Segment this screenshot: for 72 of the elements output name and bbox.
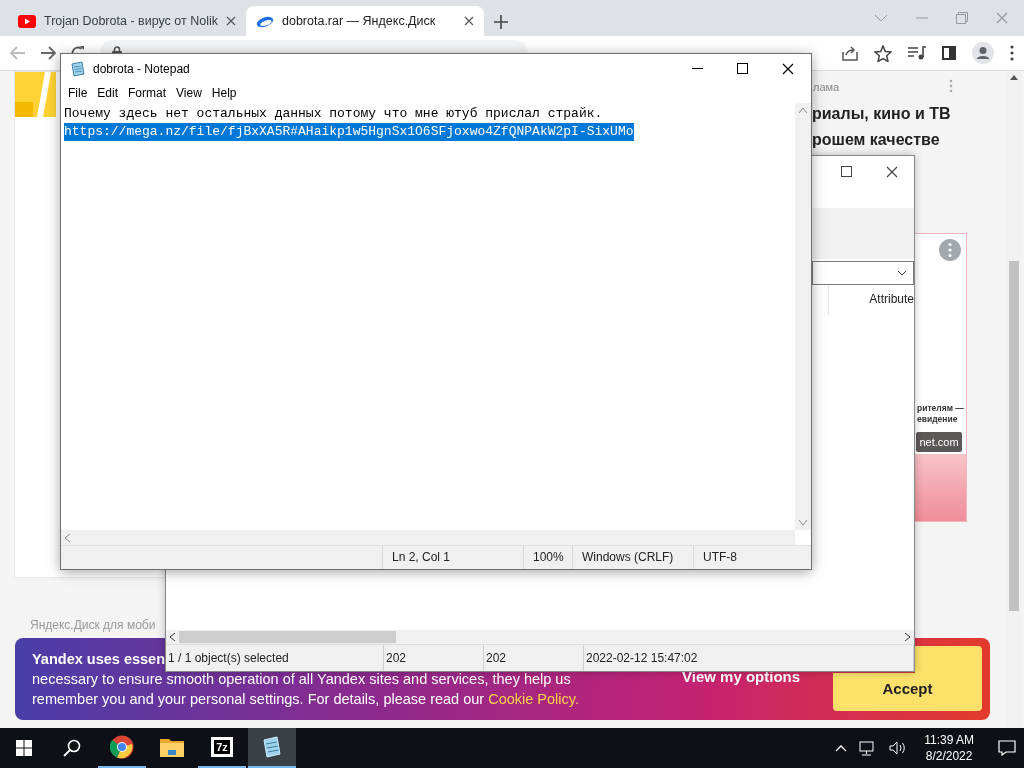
menu-item[interactable]: Edit bbox=[92, 83, 124, 103]
status-text: 1 / 1 object(s) selected bbox=[166, 645, 384, 671]
kebab-menu-icon[interactable] bbox=[1010, 45, 1014, 61]
status-text: 100% bbox=[523, 546, 572, 569]
cookie-policy-link[interactable]: Cookie Policy. bbox=[488, 691, 579, 707]
path-combo-box[interactable] bbox=[812, 261, 914, 285]
search-icon[interactable] bbox=[63, 739, 81, 757]
ad-text: рителям — bbox=[917, 403, 964, 414]
status-text: 202 bbox=[484, 645, 584, 671]
horizontal-scrollbar[interactable] bbox=[166, 630, 914, 644]
browser-tab[interactable]: dobrota.rar — Яндекс.Диск bbox=[246, 6, 484, 36]
status-text: 2022-02-12 15:47:02 bbox=[584, 645, 914, 671]
status-text: Ln 2, Col 1 bbox=[382, 546, 523, 569]
video-icon bbox=[18, 14, 36, 28]
vertical-scrollbar[interactable] bbox=[795, 103, 811, 530]
status-text: Windows (CRLF) bbox=[572, 546, 693, 569]
chevron-down-icon[interactable] bbox=[897, 270, 907, 276]
cookie-text: remember you and your personal settings. For details, please read our Cookie Policy. bbox=[32, 691, 579, 707]
scroll-right-icon[interactable] bbox=[905, 633, 910, 641]
status-text: UTF-8 bbox=[693, 546, 803, 569]
media-list-icon[interactable] bbox=[908, 46, 926, 60]
notification-icon[interactable] bbox=[998, 740, 1016, 756]
archiver-icon: 7z bbox=[211, 737, 233, 757]
start-icon[interactable] bbox=[16, 740, 32, 756]
browser-icon bbox=[110, 735, 134, 759]
cookie-text: necessary to ensure smooth operation of all Yandex sites and services, they help us bbox=[32, 671, 571, 687]
scrollbar-thumb[interactable] bbox=[179, 631, 396, 643]
scroll-up-icon[interactable] bbox=[799, 108, 807, 113]
close-icon[interactable] bbox=[782, 62, 794, 75]
plus-icon[interactable] bbox=[494, 15, 508, 29]
ad-title[interactable]: рошем качестве bbox=[812, 127, 951, 153]
text-line: Почему здесь нет остальных данных потому что мне ютуб прислал страйк. bbox=[64, 105, 603, 123]
forward-arrow-icon[interactable] bbox=[40, 46, 56, 60]
menu-item[interactable]: Format bbox=[123, 83, 172, 103]
cookie-heading: Yandex uses essen bbox=[32, 651, 165, 667]
taskbar-button[interactable] bbox=[248, 728, 296, 768]
share-icon[interactable] bbox=[842, 45, 858, 61]
column-header[interactable]: Attribute bbox=[828, 285, 914, 315]
profile-icon[interactable] bbox=[972, 42, 994, 64]
scroll-up-icon[interactable] bbox=[1010, 75, 1018, 80]
notepad-icon bbox=[261, 736, 283, 758]
lock-icon bbox=[112, 46, 122, 53]
ad-logo: net.com bbox=[916, 432, 962, 452]
maximize-icon[interactable] bbox=[841, 166, 852, 177]
clock[interactable]: 11:39 AM 8/2/2022 bbox=[918, 732, 986, 764]
star-icon[interactable] bbox=[874, 44, 892, 62]
side-panel-icon[interactable] bbox=[942, 46, 956, 60]
status-text: 202 bbox=[384, 645, 484, 671]
ad-label: лама bbox=[813, 81, 840, 93]
text-area[interactable]: Почему здесь нет остальных данных потому что мне ютуб прислал страйк. https://mega.nz/file/fjBxXA5R#AHaikp1w5HgnSx1O6SFjoxwo4ZfQNPAkW2pI-SixUMo bbox=[61, 103, 795, 530]
taskbar-button[interactable]: 7z bbox=[198, 728, 246, 768]
folder-icon bbox=[160, 737, 184, 757]
scroll-down-icon[interactable] bbox=[799, 520, 807, 525]
horizontal-scrollbar[interactable] bbox=[61, 530, 795, 545]
notepad-icon bbox=[70, 60, 86, 77]
maximize-icon[interactable] bbox=[737, 63, 748, 74]
scroll-left-icon[interactable] bbox=[170, 633, 175, 641]
accept-button[interactable]: Accept bbox=[833, 673, 982, 711]
menu-item[interactable]: File bbox=[63, 83, 93, 103]
close-icon[interactable] bbox=[886, 166, 898, 178]
scrollbar-thumb[interactable] bbox=[1009, 261, 1019, 611]
ad-text: евидение bbox=[917, 414, 959, 425]
view-options-button[interactable]: View my options bbox=[682, 668, 801, 685]
cloud-icon bbox=[256, 14, 274, 28]
close-icon[interactable] bbox=[464, 16, 474, 26]
speaker-icon[interactable] bbox=[889, 741, 907, 755]
browser-tab[interactable]: Trojan Dobrota - вирус от Nolik bbox=[8, 6, 246, 36]
caret-up-icon[interactable] bbox=[835, 744, 848, 752]
ad-title[interactable]: риалы, кино и ТВ bbox=[812, 101, 951, 127]
menu-item[interactable]: Help bbox=[206, 83, 242, 103]
window-title: dobrota - Notepad bbox=[93, 61, 191, 76]
menu-item[interactable]: View bbox=[171, 83, 207, 103]
